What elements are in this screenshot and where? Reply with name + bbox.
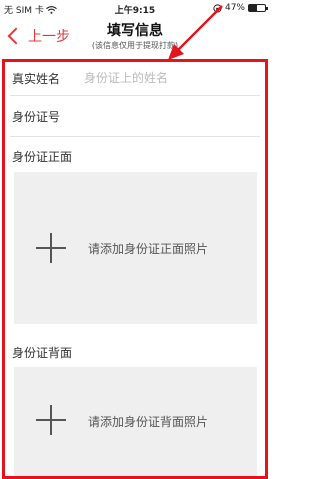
id-number-label: 身份证号 [12,110,61,124]
name-row[interactable]: 真实姓名 身份证上的姓名 [0,64,270,90]
divider [10,95,260,96]
divider [10,136,260,137]
battery-fill [249,5,257,11]
id-number-input[interactable] [84,107,244,125]
plus-icon [36,233,66,263]
name-label: 真实姓名 [12,72,61,86]
id-back-label: 身份证背面 [12,346,73,360]
page-subtitle: (该信息仅用于提现打款) [91,41,179,50]
id-back-upload-text: 请添加身份证背面照片 [88,415,209,429]
page-title: 填写信息 [107,23,163,39]
plus-icon [36,405,66,435]
nav-bar: 上一步 填写信息 (该信息仅用于提现打款) [0,18,270,60]
rotation-lock-icon [213,3,222,13]
id-front-upload[interactable]: 请添加身份证正面照片 [14,172,257,324]
id-row[interactable]: 身份证号 [0,104,270,128]
name-input[interactable]: 身份证上的姓名 [84,69,168,86]
battery-percent: 47% [224,3,245,13]
battery-icon [248,4,268,12]
status-right: 47% [213,3,268,13]
id-front-upload-text: 请添加身份证正面照片 [88,241,209,256]
status-bar: 无 SIM 卡 上午9:15 47% [0,0,270,18]
id-back-upload[interactable]: 请添加身份证背面照片 [14,367,257,479]
id-front-label: 身份证正面 [12,150,73,164]
